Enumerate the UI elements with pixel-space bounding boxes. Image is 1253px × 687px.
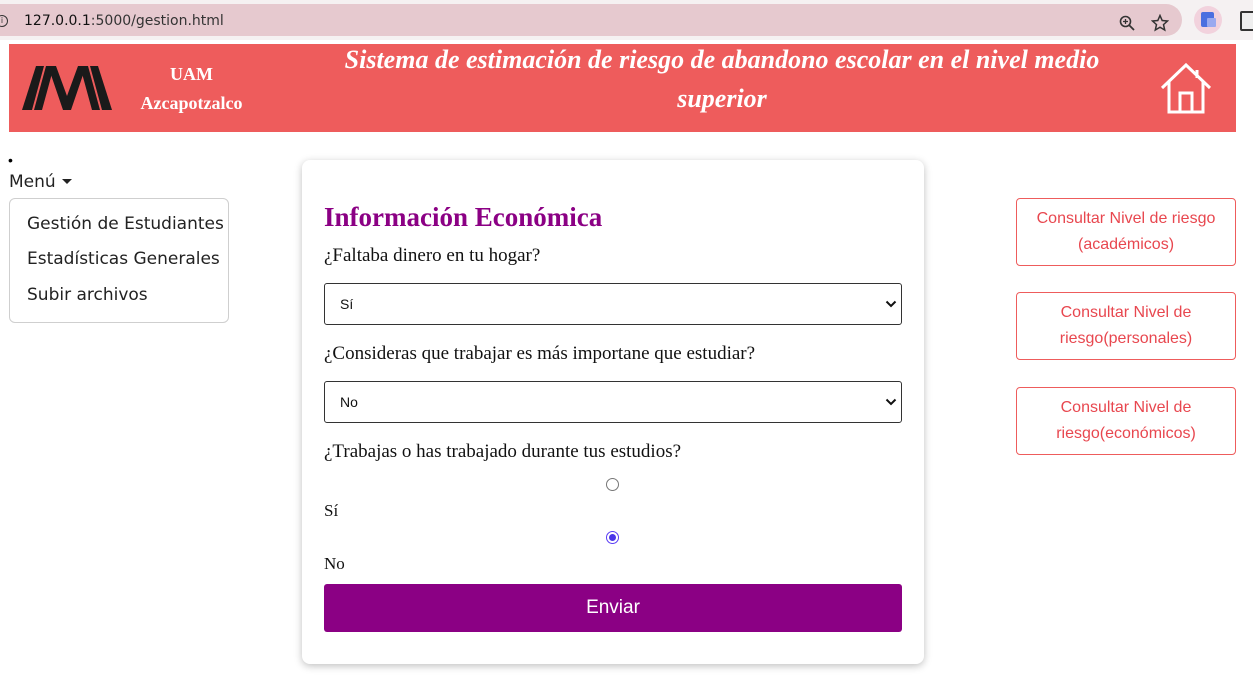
site-title: Sistema de estimación de riesgo de aband…	[344, 45, 1100, 113]
caret-down-icon	[61, 179, 72, 184]
menu-toggle[interactable]: Menú	[9, 172, 72, 192]
consult-personal-button[interactable]: Consultar Nivel de riesgo(personales)	[1016, 292, 1236, 360]
org-name: UAM Azcapotzalco	[124, 60, 259, 118]
consult-academic-button[interactable]: Consultar Nivel de riesgo (académicos)	[1016, 198, 1236, 266]
work-importance-select[interactable]: No	[324, 381, 902, 423]
question-money-label: ¿Faltaba dinero en tu hogar?	[324, 245, 541, 266]
form-title: Información Económica	[324, 202, 603, 232]
org-line1: UAM	[170, 64, 213, 84]
address-bar[interactable]: i 127.0.0.1:5000/gestion.html	[0, 4, 1182, 36]
question-work-importance-label: ¿Consideras que trabajar es más importan…	[324, 343, 756, 364]
uam-logo	[22, 66, 112, 110]
extension-icon[interactable]	[1240, 11, 1253, 31]
home-icon[interactable]	[1159, 61, 1213, 115]
chevron-down-icon	[885, 300, 897, 308]
consult-economic-label: Consultar Nivel de riesgo(económicos)	[1056, 399, 1196, 442]
worked-radio-si-label: Sí	[324, 501, 339, 520]
site-header: UAM Azcapotzalco Sistema de estimación d…	[9, 44, 1236, 132]
menu-label: Menú	[9, 172, 56, 192]
consult-personal-label: Consultar Nivel de riesgo(personales)	[1059, 304, 1193, 347]
money-select-value: Sí	[340, 296, 354, 312]
org-line2: Azcapotzalco	[140, 93, 243, 113]
url-text[interactable]: 127.0.0.1:5000/gestion.html	[24, 13, 224, 29]
chevron-down-icon	[885, 398, 897, 406]
translate-extension-icon[interactable]	[1194, 6, 1222, 34]
economic-info-card: Información Económica ¿Faltaba dinero en…	[302, 160, 924, 664]
money-select[interactable]: Sí	[324, 283, 902, 325]
list-bullet: •	[8, 152, 13, 168]
zoom-icon[interactable]	[1119, 15, 1135, 31]
submit-button[interactable]: Enviar	[324, 584, 902, 632]
question-worked-label: ¿Trabajas o has trabajado durante tus es…	[324, 441, 682, 462]
work-importance-select-value: No	[340, 394, 358, 410]
bookmark-star-icon[interactable]	[1151, 14, 1169, 32]
worked-radio-no[interactable]	[606, 531, 619, 544]
browser-toolbar: i 127.0.0.1:5000/gestion.html	[0, 0, 1253, 40]
dropdown-menu: Gestión de Estudiantes Estadísticas Gene…	[9, 198, 229, 323]
consult-economic-button[interactable]: Consultar Nivel de riesgo(económicos)	[1016, 387, 1236, 455]
menu-item-estadisticas-generales[interactable]: Estadísticas Generales	[27, 249, 220, 269]
consult-academic-label: Consultar Nivel de riesgo (académicos)	[1036, 210, 1216, 253]
site-info-icon[interactable]: i	[0, 15, 8, 27]
worked-radio-no-label: No	[324, 554, 345, 573]
menu-item-subir-archivos[interactable]: Subir archivos	[27, 285, 148, 305]
menu-item-gestion-estudiantes[interactable]: Gestión de Estudiantes	[27, 214, 224, 234]
worked-radio-si[interactable]	[606, 478, 619, 491]
